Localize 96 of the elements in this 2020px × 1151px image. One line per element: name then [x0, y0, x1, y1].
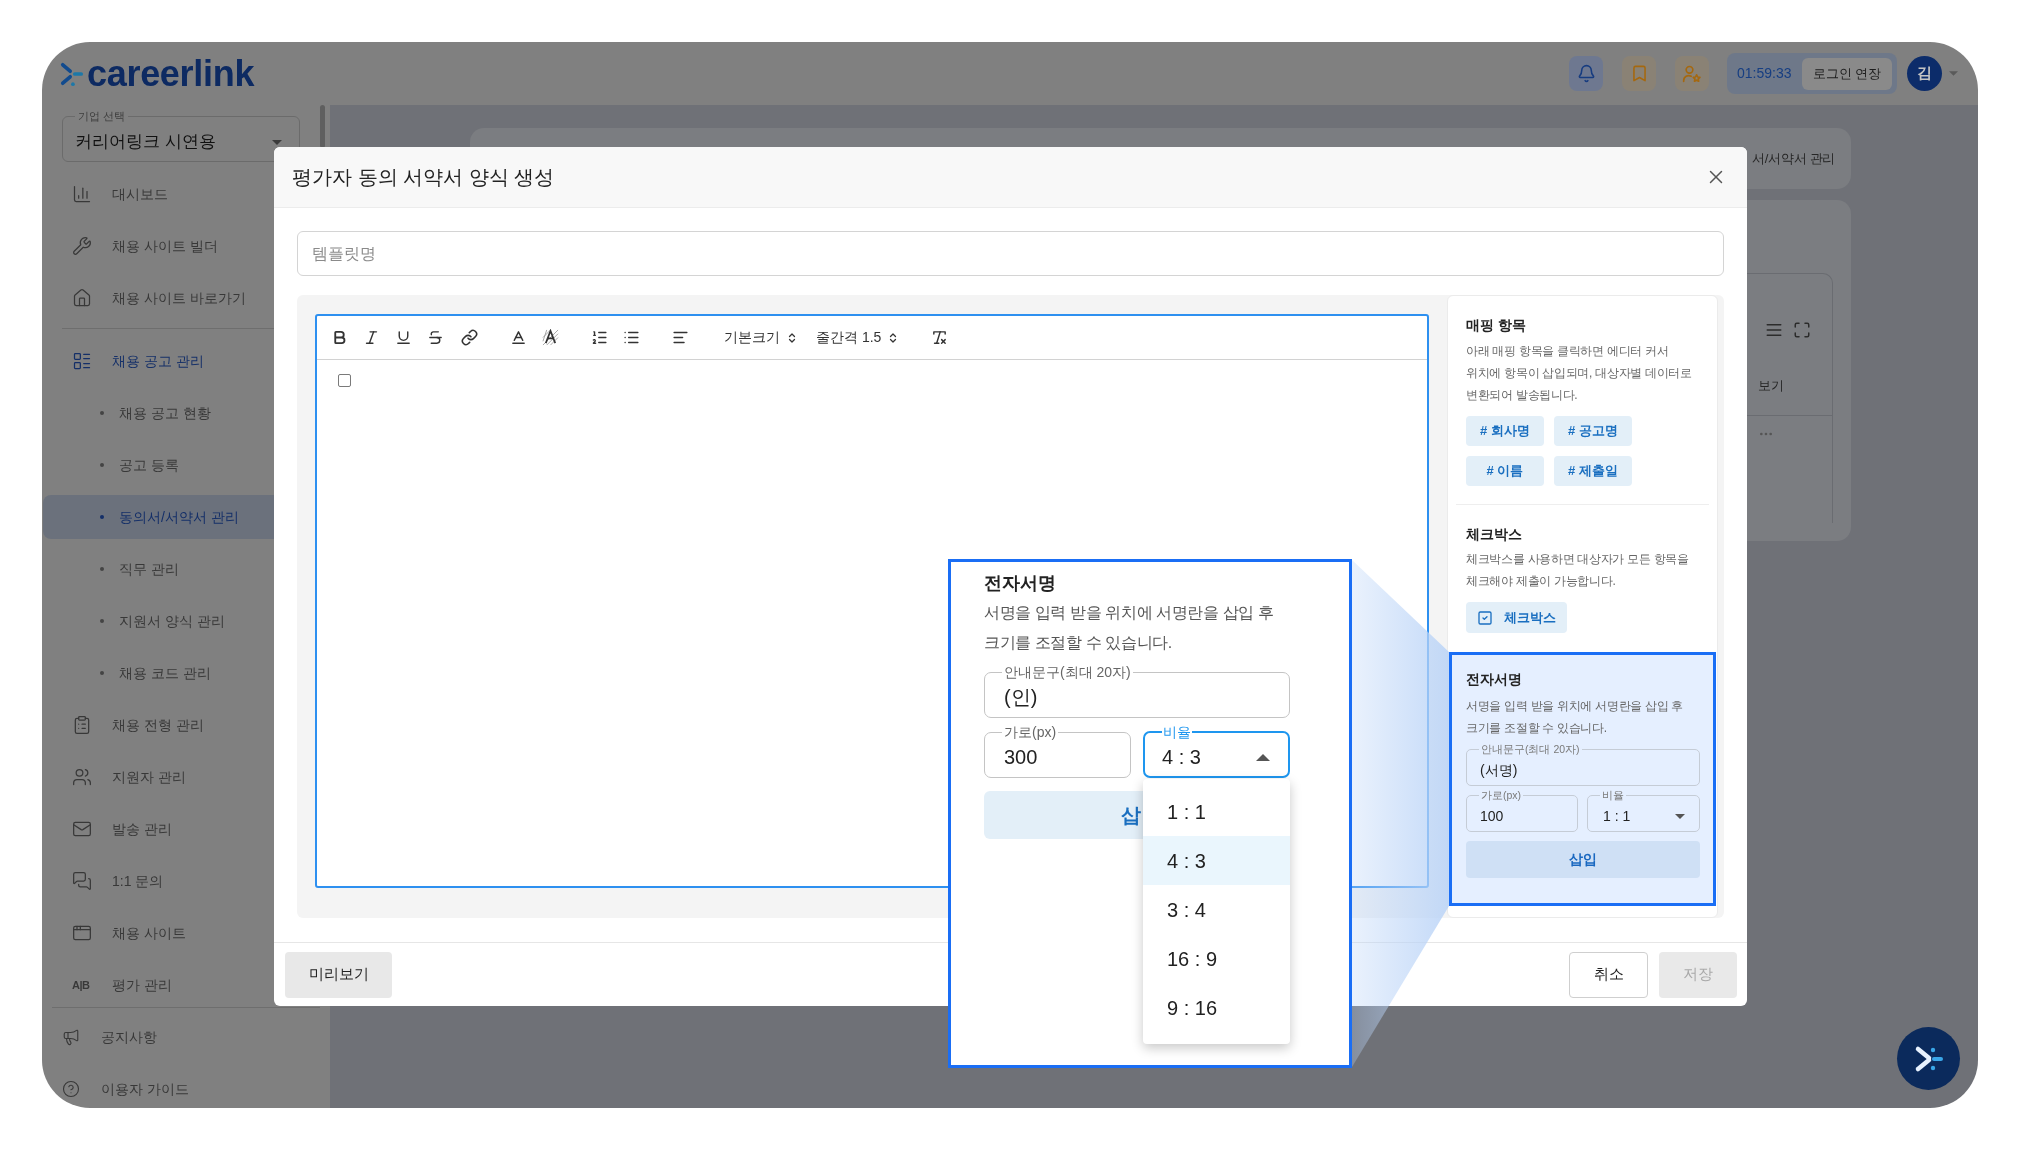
caret-down-icon: [272, 139, 282, 145]
bullet-icon: [100, 671, 104, 675]
scrollbar-thumb: [320, 105, 325, 148]
section-title: 전자서명: [984, 572, 1057, 595]
nav-item[interactable]: 공지사항: [42, 1019, 320, 1055]
nav-subitem[interactable]: 지원서 양식 관리: [43, 599, 319, 643]
dropdown-option[interactable]: 4 : 3: [1143, 836, 1290, 885]
field-label: 기업 선택: [77, 109, 127, 123]
clear-format-icon: [930, 329, 948, 346]
numbered-list-icon: [590, 329, 608, 346]
bullet-icon: [100, 515, 104, 519]
bullet-icon: [100, 567, 104, 571]
bell-icon: [1576, 64, 1596, 83]
text-color-icon: [509, 329, 527, 346]
dropdown-option[interactable]: 1 : 1: [1143, 787, 1290, 836]
align-left-icon: [671, 329, 689, 346]
up-down-icon: [786, 331, 798, 344]
mapping-chip[interactable]: # 제출일: [1554, 456, 1632, 486]
bar-chart-icon: [72, 184, 92, 204]
underline-icon: [394, 329, 412, 346]
window-icon: [72, 923, 92, 943]
dropdown-option[interactable]: 9 : 16: [1143, 983, 1290, 1032]
font-size-select[interactable]: 기본크기: [724, 327, 798, 348]
section-description: 체크박스를 사용하면 대상자가 모든 항목을 체크해야 제출이 가능합니다.: [1466, 551, 1690, 590]
wrench-icon: [72, 236, 92, 256]
nav-subitem[interactable]: 채용 공고 현황: [43, 391, 319, 435]
avatar[interactable]: 김: [1907, 56, 1942, 91]
section-title: 매핑 항목: [1466, 317, 1527, 335]
nav-item[interactable]: 지원자 관리: [42, 755, 320, 799]
mapping-chip[interactable]: # 이름: [1466, 456, 1544, 486]
breadcrumb-text: 서/서약서 관리: [1752, 149, 1835, 168]
ratio-select[interactable]: 비율 1 : 1: [1587, 789, 1700, 832]
mail-icon: [72, 819, 92, 839]
dropdown-option[interactable]: 3 : 4: [1143, 885, 1290, 934]
nav-subitem[interactable]: 공고 등록: [43, 443, 319, 487]
guide-text-field[interactable]: 안내문구(최대 20자) (인): [984, 664, 1290, 718]
nav-item[interactable]: 1:1 문의: [42, 859, 320, 903]
dropdown-option[interactable]: 16 : 9: [1143, 934, 1290, 983]
field-label: 비율: [1601, 789, 1625, 801]
chat-icon: [72, 871, 92, 891]
field-label: 가로(px): [1480, 789, 1523, 801]
section-description: 아래 매핑 항목을 클릭하면 에디터 커서 위치에 항목이 삽입되며, 대상자별 데이터로 변환되어 발송됩니다.: [1466, 343, 1693, 404]
insert-button[interactable]: 삽입: [1466, 841, 1700, 878]
guide-text-field[interactable]: 안내문구(최대 20자) (서명): [1466, 743, 1700, 786]
strikethrough-icon: [426, 329, 444, 346]
extend-login-button[interactable]: 로그인 연장: [1802, 57, 1892, 90]
user-star-icon: [1682, 63, 1702, 84]
cancel-button[interactable]: 취소: [1569, 951, 1648, 998]
nav-item[interactable]: 채용 전형 관리: [42, 703, 320, 747]
section-title: 체크박스: [1466, 526, 1523, 544]
nav-item[interactable]: 발송 관리: [42, 807, 320, 851]
bullet-icon: [100, 411, 104, 415]
link-icon: [460, 329, 478, 346]
users-icon: [72, 767, 92, 787]
view-label[interactable]: 보기: [1758, 376, 1784, 396]
list-icon[interactable]: [1765, 321, 1783, 339]
help-icon: [62, 1080, 80, 1098]
nav-subitem[interactable]: 직무 관리: [43, 547, 319, 591]
width-field[interactable]: 가로(px) 300: [984, 724, 1131, 778]
checkbox-button[interactable]: 체크박스: [1466, 602, 1567, 633]
field-label: 가로(px): [1003, 724, 1058, 740]
field-label: 비율: [1162, 724, 1192, 740]
preview-button[interactable]: 미리보기: [285, 951, 392, 998]
field-label: 안내문구(최대 20자): [1003, 664, 1132, 680]
field-label: 안내문구(최대 20자): [1480, 743, 1581, 755]
megaphone-icon: [62, 1028, 80, 1046]
house-icon: [72, 288, 92, 308]
modal-title: 평가자 동의 서약서 양식 생성: [292, 165, 555, 190]
caret-up-icon: [1256, 753, 1270, 761]
template-name-field[interactable]: 템플릿명: [297, 231, 1724, 276]
nav-item[interactable]: 채용 사이트 바로가기: [42, 276, 320, 320]
clipboard-icon: [72, 715, 92, 735]
highlight-icon: [541, 329, 559, 346]
list-icon: [72, 351, 92, 371]
caret-down-icon: [1949, 71, 1958, 76]
notification-button[interactable]: [1569, 56, 1603, 91]
bullet-icon: [100, 619, 104, 623]
logo-wordmark[interactable]: careerlink: [87, 55, 255, 92]
checkbox-icon: [1477, 609, 1493, 626]
mapping-chip[interactable]: # 회사명: [1466, 416, 1544, 446]
width-field[interactable]: 가로(px) 100: [1466, 789, 1578, 832]
caret-down-icon: [1675, 813, 1685, 819]
section-description: 서명을 입력 받을 위치에 서명란을 삽입 후 크기를 조절할 수 있습니다.: [1466, 698, 1685, 737]
checkbox[interactable]: [338, 374, 351, 387]
fullscreen-icon[interactable]: [1793, 321, 1811, 339]
nav-subitem[interactable]: 채용 코드 관리: [43, 651, 319, 695]
bullet-list-icon: [622, 329, 640, 346]
section-title: 전자서명: [1466, 671, 1523, 689]
nav-item[interactable]: 이용자 가이드: [42, 1071, 320, 1107]
session-timer: 01:59:33: [1737, 64, 1792, 83]
ab-label: A|B: [72, 977, 91, 993]
line-spacing-select[interactable]: 줄간격 1.5: [816, 327, 900, 348]
section-description: 서명을 입력 받을 위치에 서명란을 삽입 후 크기를 조절할 수 있습니다.: [984, 603, 1275, 653]
mapping-chip[interactable]: # 공고명: [1554, 416, 1632, 446]
bullet-icon: [100, 463, 104, 467]
nav-item[interactable]: 채용 공고 관리: [42, 339, 320, 383]
